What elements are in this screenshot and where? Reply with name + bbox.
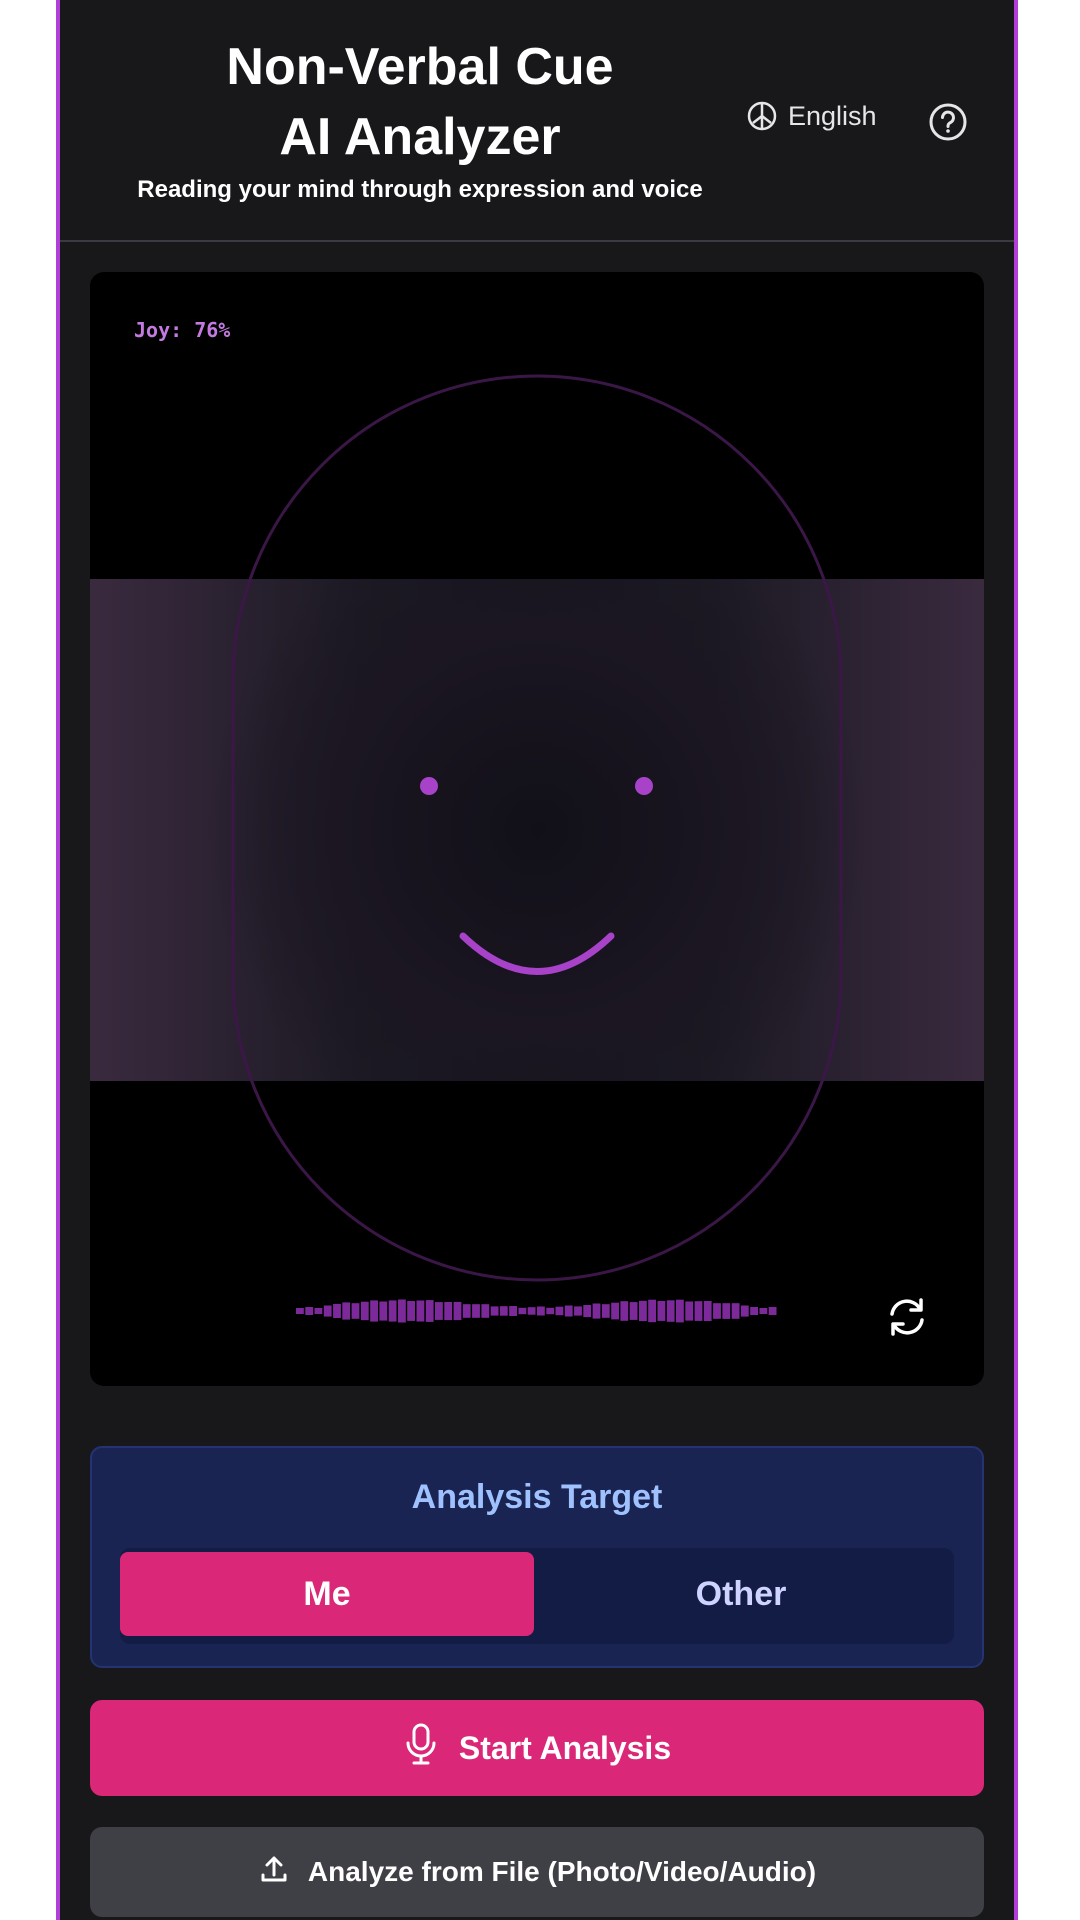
face-guide-outline <box>231 374 843 1282</box>
waveform-bar <box>564 1305 573 1317</box>
waveform-bar <box>648 1299 656 1323</box>
waveform-bar <box>750 1307 758 1315</box>
waveform-bar <box>379 1301 388 1321</box>
camera-preview: Joy: 76% <box>90 272 984 1386</box>
waveform-bar <box>639 1300 647 1322</box>
waveform-bar <box>305 1307 314 1315</box>
analysis-target-title: Analysis Target <box>411 1478 663 1516</box>
waveform-bar <box>323 1305 332 1317</box>
upload-icon <box>258 1853 290 1892</box>
start-analysis-button[interactable]: Start Analysis <box>90 1700 984 1796</box>
waveform-bar <box>574 1306 582 1316</box>
waveform-bar <box>509 1306 517 1316</box>
waveform-bar <box>629 1302 638 1320</box>
analysis-target-card: Analysis Target Me Other <box>90 1446 984 1668</box>
waveform-bar <box>370 1300 378 1322</box>
waveform-bar <box>435 1302 443 1320</box>
header: Non-Verbal Cue AI Analyzer Reading your … <box>60 0 1014 242</box>
waveform-bar <box>676 1299 684 1323</box>
target-option-me[interactable]: Me <box>120 1552 534 1636</box>
language-selector[interactable]: English <box>746 100 877 132</box>
waveform-bar <box>657 1301 666 1321</box>
analysis-target-toggle: Me Other <box>120 1548 954 1644</box>
waveform-bar <box>527 1307 536 1315</box>
refresh-camera-icon <box>882 1298 932 1346</box>
waveform-bar <box>694 1301 703 1321</box>
switch-camera-button[interactable] <box>882 1292 932 1342</box>
waveform-bar <box>703 1301 712 1321</box>
help-circle-icon <box>926 100 970 144</box>
help-button[interactable] <box>926 100 970 144</box>
app-title-line2: AI Analyzer <box>279 108 561 166</box>
waveform-bar <box>333 1303 341 1318</box>
waveform-bar <box>611 1302 619 1320</box>
waveform-bar <box>620 1301 629 1321</box>
audio-waveform <box>296 1299 777 1323</box>
waveform-bar <box>666 1300 675 1322</box>
waveform-bar <box>555 1306 564 1316</box>
waveform-bar <box>759 1308 768 1314</box>
waveform-bar <box>351 1303 360 1319</box>
analyze-file-label: Analyze from File (Photo/Video/Audio) <box>307 1856 817 1887</box>
waveform-bar <box>499 1306 508 1316</box>
waveform-bar <box>296 1308 304 1314</box>
analyze-file-button[interactable]: Analyze from File (Photo/Video/Audio) <box>90 1827 984 1917</box>
waveform-bar <box>713 1303 721 1319</box>
waveform-bar <box>601 1304 610 1318</box>
start-analysis-label: Start Analysis <box>458 1729 672 1766</box>
app-title-line1: Non-Verbal Cue <box>226 38 614 96</box>
waveform-bar <box>546 1307 555 1315</box>
waveform-bar <box>425 1300 434 1322</box>
right-eye-dot <box>635 777 653 795</box>
waveform-bar <box>768 1307 777 1315</box>
waveform-bar <box>342 1302 351 1320</box>
waveform-bar <box>583 1305 592 1318</box>
left-eye-dot <box>420 777 438 795</box>
language-label: English <box>788 100 877 131</box>
target-option-other[interactable]: Other <box>534 1552 948 1636</box>
waveform-bar <box>722 1303 731 1319</box>
waveform-bar <box>360 1301 369 1321</box>
waveform-bar <box>490 1306 499 1316</box>
waveform-bar <box>398 1299 406 1323</box>
waveform-bar <box>453 1301 462 1321</box>
app-frame: Non-Verbal Cue AI Analyzer Reading your … <box>56 0 1018 1920</box>
face-overlay <box>231 374 843 1323</box>
globe-icon <box>746 100 778 132</box>
waveform-bar <box>740 1305 749 1317</box>
waveform-bar <box>444 1302 453 1321</box>
waveform-bar <box>592 1303 601 1319</box>
waveform-bar <box>481 1304 490 1318</box>
app-title: Non-Verbal Cue AI Analyzer <box>60 32 780 172</box>
waveform-bar <box>537 1306 545 1316</box>
waveform-bar <box>416 1300 425 1322</box>
waveform-bar <box>518 1307 527 1315</box>
waveform-bar <box>472 1304 480 1318</box>
emotion-readout: Joy: 76% <box>134 318 231 342</box>
waveform-bar <box>685 1301 694 1321</box>
microphone-icon <box>403 1722 439 1774</box>
waveform-bar <box>388 1300 397 1322</box>
waveform-bar <box>462 1304 471 1318</box>
smile-mouth <box>459 932 615 975</box>
waveform-bar <box>407 1301 415 1321</box>
waveform-bar <box>314 1308 323 1314</box>
waveform-bar <box>731 1303 740 1319</box>
app-subtitle: Reading your mind through expression and… <box>137 176 703 203</box>
